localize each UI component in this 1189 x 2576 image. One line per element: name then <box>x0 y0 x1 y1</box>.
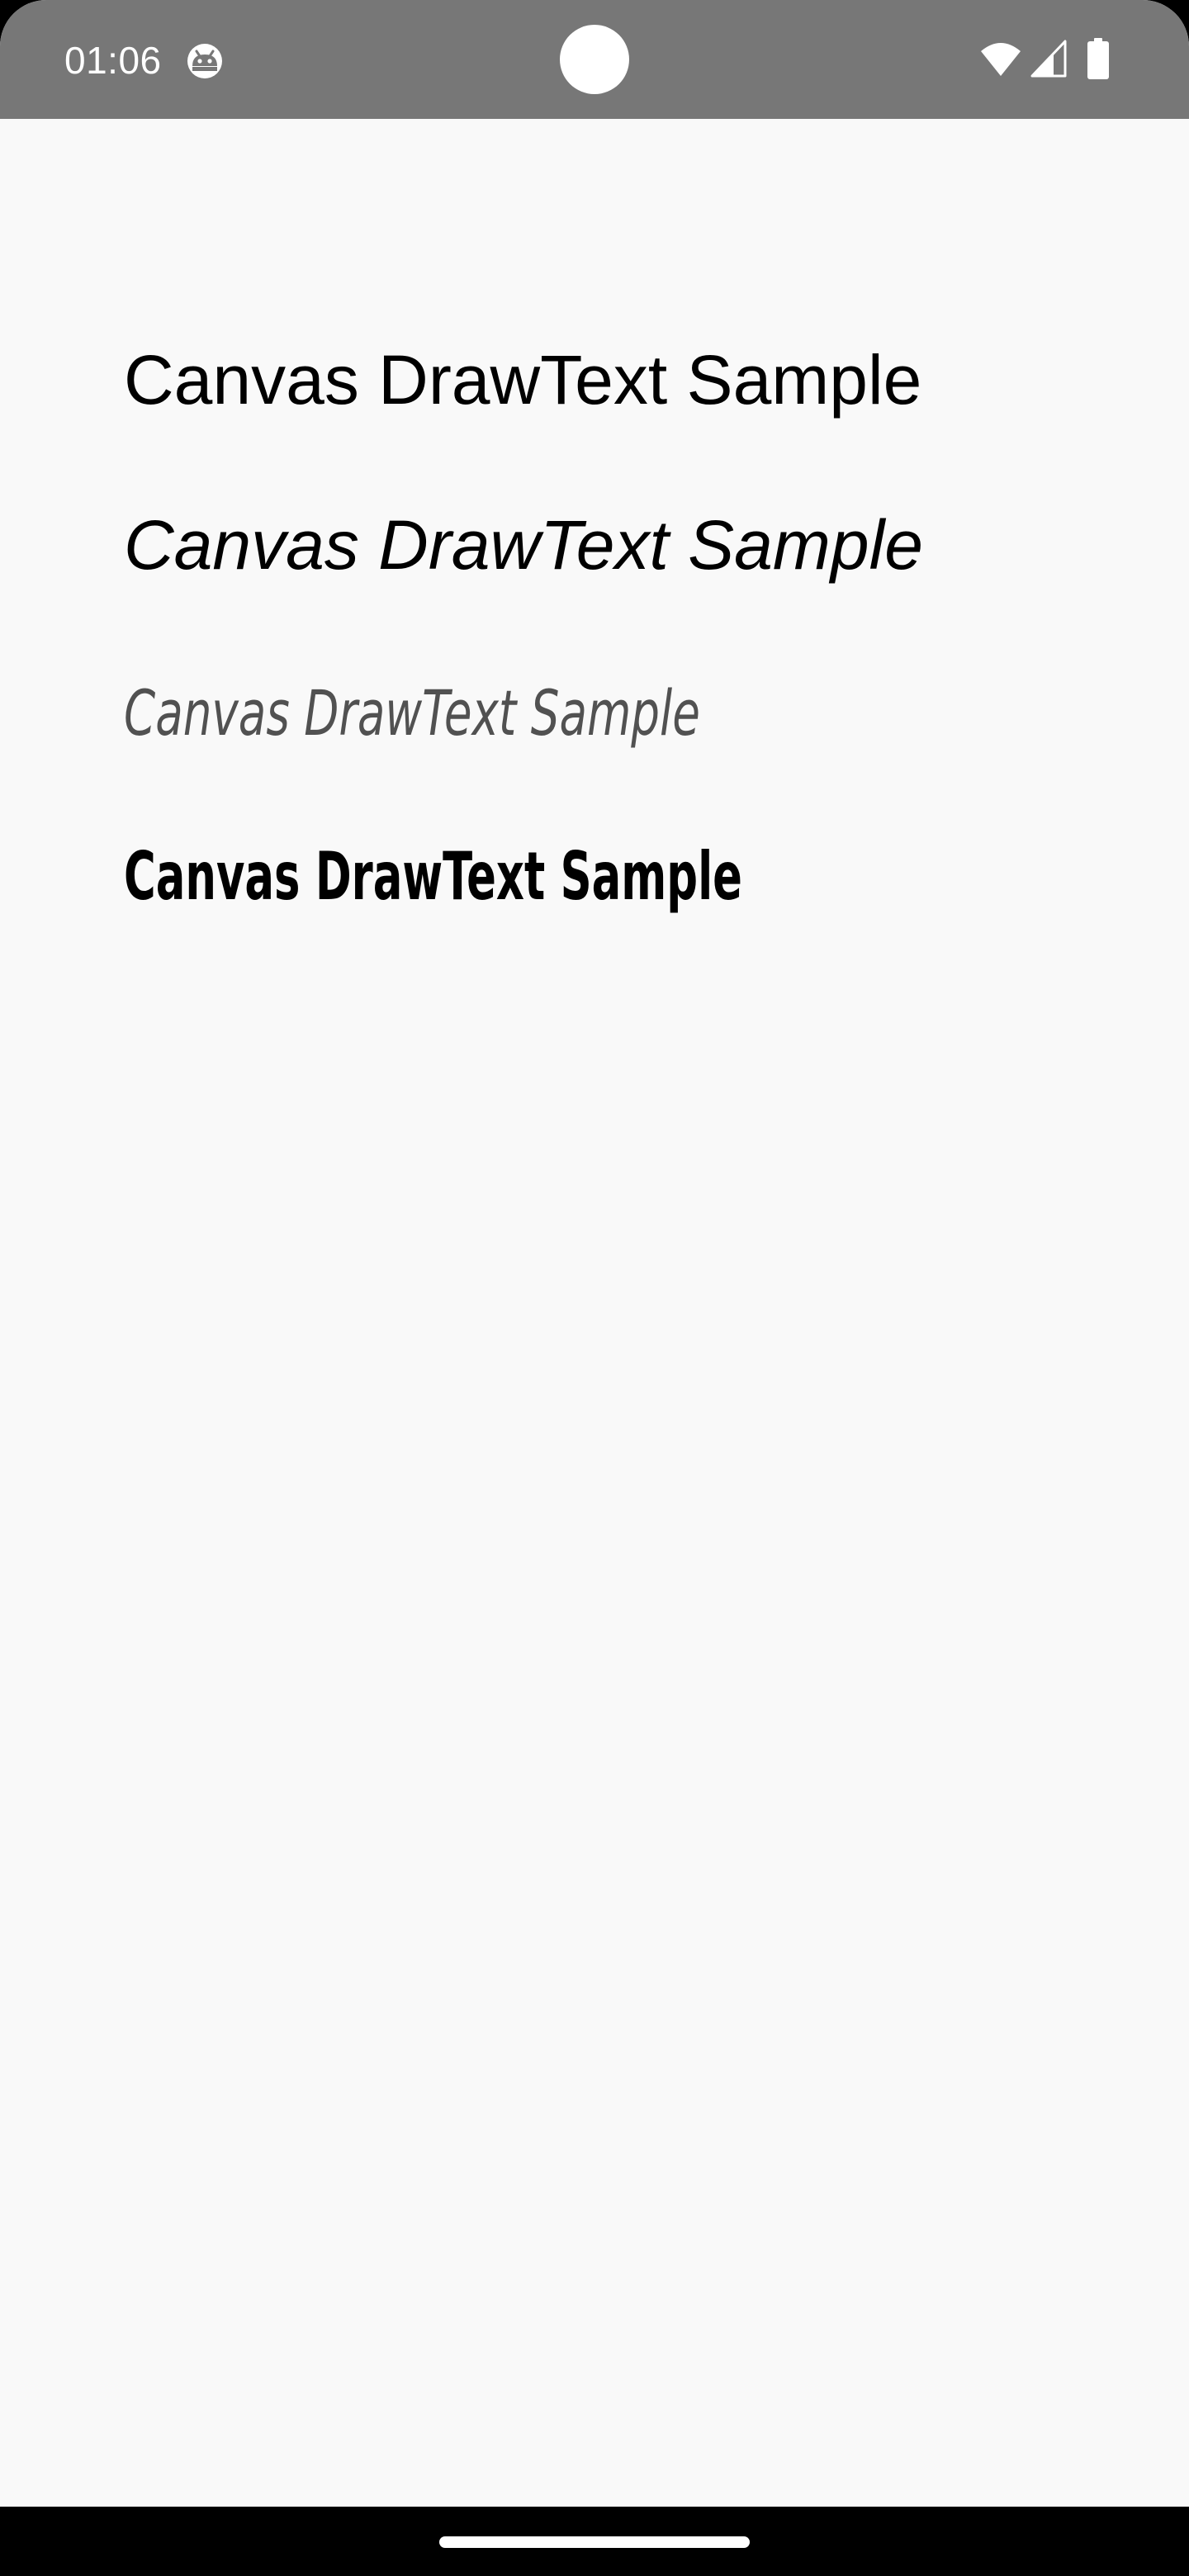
sample-text-thin-italic: Canvas DrawText Sample <box>124 676 700 750</box>
sample-text-regular: Canvas DrawText Sample <box>124 341 922 419</box>
sample-text-italic: Canvas DrawText Sample <box>124 506 923 584</box>
battery-full-icon <box>1087 38 1110 79</box>
app-screen: 01:06 Canvas DrawText Sample Canvas Draw… <box>0 0 1189 2576</box>
cell-signal-icon <box>1030 40 1067 78</box>
status-bar: 01:06 <box>0 0 1189 119</box>
drawtext-canvas: Canvas DrawText Sample Canvas DrawText S… <box>0 119 1189 2507</box>
status-time: 01:06 <box>64 39 162 82</box>
home-gesture-handle[interactable] <box>439 2536 750 2548</box>
camera-cutout <box>560 25 629 94</box>
sample-text-bold-condensed: Canvas DrawText Sample <box>124 838 742 915</box>
wifi-icon <box>979 41 1022 78</box>
navigation-bar <box>0 2507 1189 2576</box>
android-robot-icon <box>185 41 225 81</box>
